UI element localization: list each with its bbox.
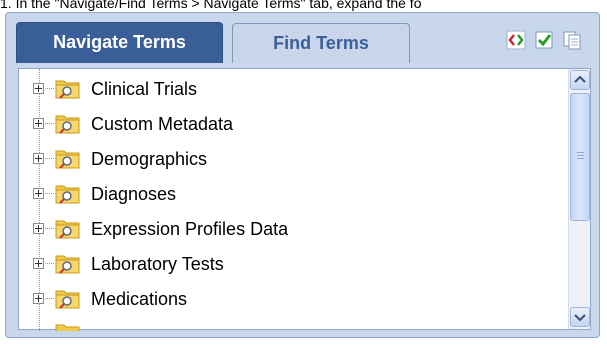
scroll-down-button[interactable] — [570, 307, 590, 327]
folder-search-icon — [55, 77, 81, 101]
tree-item-label: Diagnoses — [91, 184, 177, 204]
tree-item-label: Laboratory Tests — [91, 254, 224, 274]
tree-item-diagnoses[interactable]: Diagnoses — [19, 180, 559, 208]
tree-item-partial — [19, 319, 559, 331]
expand-plus-icon[interactable] — [33, 153, 44, 164]
tree-item-medications[interactable]: Medications — [19, 285, 559, 313]
vertical-scrollbar[interactable] — [568, 69, 590, 329]
folder-search-icon — [55, 182, 81, 206]
folder-search-icon — [55, 287, 81, 311]
tree-item-label: Clinical Trials — [91, 79, 198, 99]
tab-find-terms[interactable]: Find Terms — [232, 23, 410, 63]
tab-navigate-terms[interactable]: Navigate Terms — [16, 22, 223, 63]
tree-item-label: Custom Metadata — [91, 114, 234, 134]
instruction-text: 1. In the "Navigate/Find Terms > Navigat… — [0, 0, 422, 11]
tab-bar: Navigate Terms Find Terms — [6, 13, 599, 63]
expand-plus-icon[interactable] — [33, 293, 44, 304]
chevron-up-icon — [574, 75, 586, 83]
tree-item-label: Medications — [91, 289, 188, 309]
expand-plus-icon[interactable] — [33, 83, 44, 94]
folder-search-icon — [55, 252, 81, 276]
folder-search-icon — [55, 112, 81, 136]
navigate-find-terms-panel: Navigate Terms Find Terms Clinical Trial… — [5, 12, 600, 338]
chevron-down-icon — [574, 314, 586, 322]
copy-icon[interactable] — [562, 30, 582, 50]
folder-search-icon — [55, 217, 81, 241]
tree-item-clinical-trials[interactable]: Clinical Trials — [19, 75, 559, 103]
tree-item-label: Demographics — [91, 149, 208, 169]
expand-collapse-icon[interactable] — [506, 30, 526, 50]
expand-plus-icon[interactable] — [33, 223, 44, 234]
tree-item-label: Expression Profiles Data — [91, 219, 289, 239]
scroll-up-button[interactable] — [570, 70, 590, 90]
expand-plus-icon[interactable] — [33, 118, 44, 129]
folder-icon — [55, 321, 81, 331]
expand-plus-icon[interactable] — [33, 258, 44, 269]
tree-item-laboratory-tests[interactable]: Laboratory Tests — [19, 250, 559, 278]
tree-item-demographics[interactable]: Demographics — [19, 145, 559, 173]
tree-item-expression-profiles-data[interactable]: Expression Profiles Data — [19, 215, 559, 243]
tree-item-custom-metadata[interactable]: Custom Metadata — [19, 110, 559, 138]
check-icon[interactable] — [534, 30, 554, 50]
folder-search-icon — [55, 147, 81, 171]
expand-plus-icon[interactable] — [33, 188, 44, 199]
scroll-thumb[interactable] — [570, 93, 590, 221]
terms-tree: Clinical Trials Custom Metadata Demograp… — [18, 68, 591, 331]
